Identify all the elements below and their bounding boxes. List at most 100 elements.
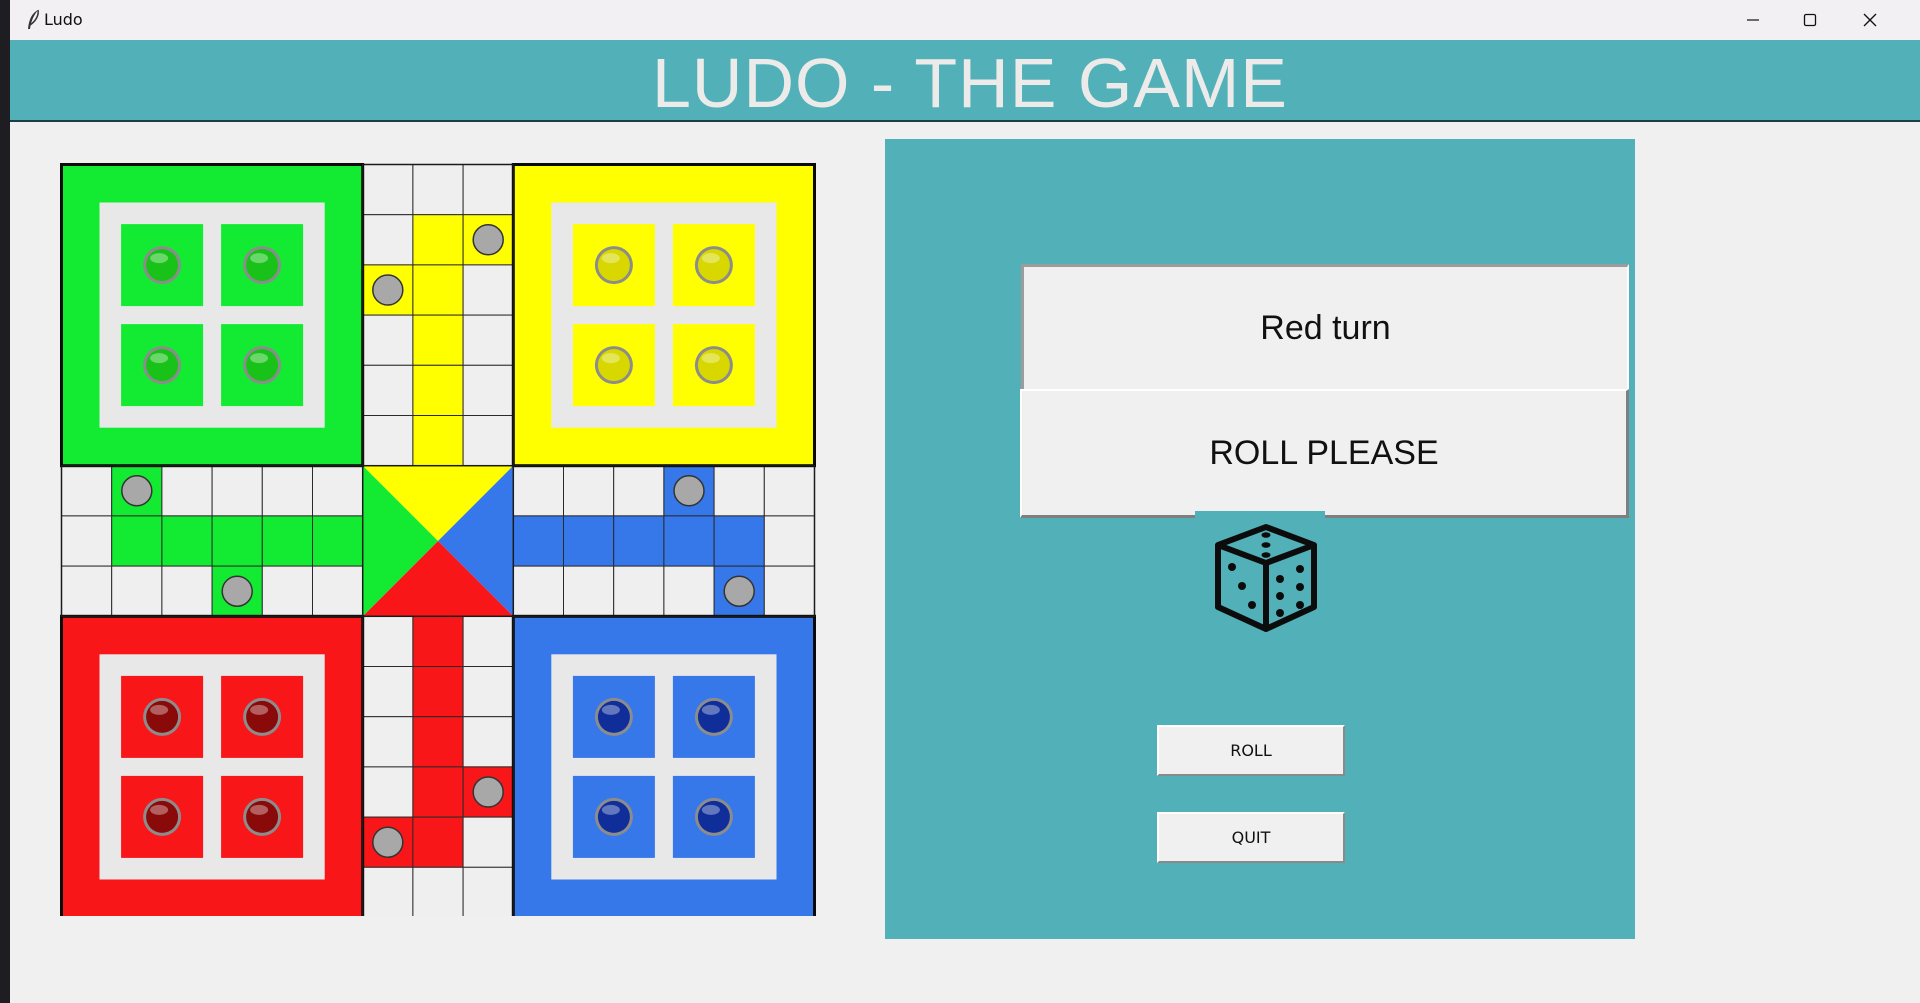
- board-cell: [412, 766, 464, 818]
- token-highlight: [150, 353, 169, 364]
- board-cell: [512, 465, 564, 517]
- board-cell: [362, 364, 414, 417]
- maximize-button[interactable]: [1780, 2, 1840, 38]
- board-cell: [412, 214, 464, 266]
- board-cell: [362, 615, 414, 667]
- board-cell: [462, 816, 514, 868]
- board-cell: [161, 465, 213, 517]
- token-highlight: [701, 704, 720, 715]
- board-cell: [763, 565, 815, 617]
- feather-icon: [28, 9, 39, 29]
- board-cell: [563, 565, 615, 617]
- board-cell: [211, 465, 263, 517]
- token-highlight: [601, 704, 620, 715]
- board-cell: [462, 314, 514, 366]
- board-cell: [412, 264, 464, 316]
- board-cell: [161, 515, 213, 567]
- token-highlight: [601, 353, 620, 364]
- token-highlight: [250, 353, 269, 364]
- safe-marker: [472, 224, 504, 256]
- board-cell: [412, 816, 464, 868]
- token-highlight: [701, 253, 720, 264]
- board-cell: [462, 364, 514, 417]
- board-cell: [613, 565, 665, 617]
- board-cell: [462, 264, 514, 316]
- board-cell: [362, 164, 414, 216]
- board-cell: [111, 515, 163, 567]
- board-cell: [61, 465, 113, 517]
- board-cell: [61, 565, 113, 617]
- board-cell: [713, 515, 765, 567]
- safe-marker: [472, 776, 504, 808]
- board-cell: [362, 766, 414, 818]
- board-cell: [613, 515, 665, 567]
- safe-marker: [372, 826, 404, 858]
- token-highlight: [601, 253, 620, 264]
- board-cell: [312, 565, 364, 617]
- board-cell: [111, 565, 163, 617]
- safe-marker: [221, 575, 253, 607]
- board-cell: [462, 615, 514, 667]
- close-button[interactable]: [1840, 2, 1900, 38]
- board-cell: [462, 164, 514, 216]
- dice-icon[interactable]: [1210, 523, 1322, 635]
- board-cell: [412, 314, 464, 366]
- board-cell: [362, 666, 414, 718]
- ludo-board[interactable]: [60, 163, 822, 916]
- turn-indicator: Red turn: [1021, 264, 1629, 391]
- safe-marker: [673, 475, 705, 507]
- board-cell: [663, 515, 715, 567]
- board-cell: [713, 465, 765, 517]
- board-cell: [312, 515, 364, 567]
- token-highlight: [250, 253, 269, 264]
- token-highlight: [701, 804, 720, 815]
- board-cell: [512, 565, 564, 617]
- board-cell: [362, 415, 414, 467]
- safe-marker: [121, 475, 153, 507]
- board-cell: [613, 465, 665, 517]
- board-cell: [412, 415, 464, 467]
- board-cell: [412, 615, 464, 667]
- board-cell: [412, 666, 464, 718]
- board-cell: [763, 465, 815, 517]
- app-window: Ludo LUDO - THE GAME Red turn ROLL PLEAS…: [10, 0, 1920, 1003]
- board-cell: [261, 465, 314, 517]
- token-highlight: [150, 704, 169, 715]
- board-cell: [261, 515, 314, 567]
- board-cell: [412, 164, 464, 216]
- board-cell: [412, 866, 464, 916]
- token-highlight: [150, 253, 169, 264]
- board-cell: [362, 866, 414, 916]
- board-cell: [362, 214, 414, 266]
- board-cell: [563, 465, 615, 517]
- minimize-icon: [1747, 19, 1759, 21]
- board-cell: [462, 866, 514, 916]
- token-highlight: [250, 804, 269, 815]
- close-icon: [1863, 13, 1877, 27]
- roll-prompt: ROLL PLEASE: [1020, 389, 1629, 518]
- quit-button[interactable]: QUIT: [1157, 812, 1345, 863]
- safe-marker: [372, 274, 404, 306]
- board-cell: [261, 565, 314, 617]
- board-cell: [563, 515, 615, 567]
- board-cell: [211, 515, 263, 567]
- desktop-edge: [0, 0, 10, 1003]
- board-cell: [462, 666, 514, 718]
- token-highlight: [250, 704, 269, 715]
- board-cell: [312, 465, 364, 517]
- window-title: Ludo: [44, 10, 83, 29]
- control-panel: Red turn ROLL PLEASE ROLL QUIT: [885, 139, 1635, 939]
- board-cell: [512, 515, 564, 567]
- page-title: LUDO - THE GAME: [651, 44, 1288, 122]
- board-cell: [362, 314, 414, 366]
- token-highlight: [150, 804, 169, 815]
- board-cell: [412, 716, 464, 768]
- board-cell: [462, 415, 514, 467]
- roll-button[interactable]: ROLL: [1157, 725, 1345, 776]
- board-cell: [462, 716, 514, 768]
- token-highlight: [601, 804, 620, 815]
- maximize-icon: [1803, 13, 1817, 27]
- minimize-button[interactable]: [1723, 2, 1783, 38]
- board-cell: [61, 515, 113, 567]
- title-bar: Ludo: [10, 0, 1920, 40]
